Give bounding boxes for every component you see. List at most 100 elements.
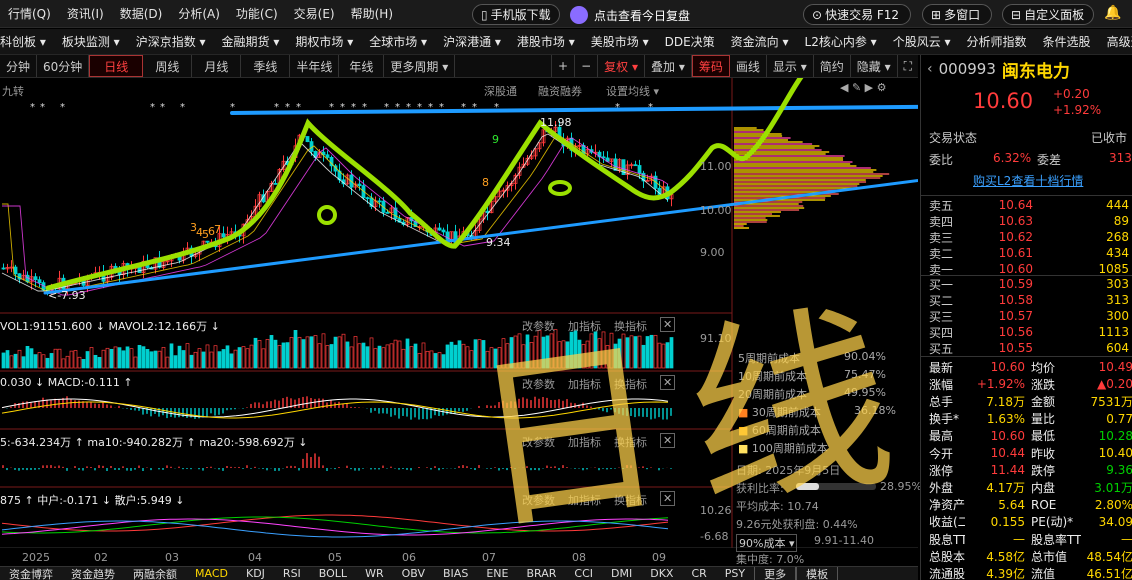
chip-row-60: ■ 60周期前成本 [738, 424, 821, 437]
nav-item-fund-flow[interactable]: 资金流向 ▾ [723, 33, 797, 50]
nav-item-screener[interactable]: 条件选股 [1035, 33, 1099, 50]
menu-item-data[interactable]: 数据(D) [112, 5, 171, 22]
tab-wr[interactable]: WR [356, 567, 393, 580]
simple-button[interactable]: 简约 [814, 55, 851, 77]
period-60min[interactable]: 60分钟 [37, 55, 90, 77]
quick-trade-button[interactable]: ⊙ 快速交易 F12 [803, 4, 911, 25]
l2-link[interactable]: 购买L2查看十档行情 [973, 172, 1083, 189]
tab-psy[interactable]: PSY [716, 567, 754, 580]
switch-indicator-button[interactable]: 换指标 [614, 318, 647, 334]
nav-item-futures[interactable]: 金融期货 ▾ [214, 33, 288, 50]
prev-stock-icon[interactable]: ‹ [921, 61, 939, 77]
cost-select[interactable]: 90%成本 ▾ [736, 534, 798, 552]
tab-cci[interactable]: CCI [565, 567, 602, 580]
close-icon[interactable]: ✕ [660, 433, 676, 448]
tab-rsi[interactable]: RSI [274, 567, 310, 580]
switch-indicator-button[interactable]: 换指标 [614, 492, 647, 508]
nav-item-l2[interactable]: L2核心内参 ▾ [797, 33, 885, 50]
tab-brar[interactable]: BRAR [517, 567, 565, 580]
link-shenzhen-connect[interactable]: 深股通 [484, 83, 517, 99]
nav-item-hk[interactable]: 港股市场 ▾ [509, 33, 583, 50]
chart-toolbar-icons[interactable]: ◀ ✎ ▶ ⚙ [840, 81, 887, 94]
menu-item-quote[interactable]: 行情(Q) [0, 5, 59, 22]
tab-fund-trend[interactable]: 资金趋势 [62, 567, 124, 580]
add-indicator-button[interactable]: 加指标 [568, 434, 601, 450]
tab-kdj[interactable]: KDJ [237, 567, 274, 580]
menu-item-news[interactable]: 资讯(I) [59, 5, 112, 22]
tab-margin-balance[interactable]: 两融余额 [124, 567, 186, 580]
period-yearly[interactable]: 年线 [339, 55, 385, 77]
nav-item-dde[interactable]: DDE决策 [657, 33, 723, 50]
custom-panel-button[interactable]: ⊟ 自定义面板 [1002, 4, 1094, 25]
period-daily[interactable]: 日线 [89, 55, 144, 77]
nav-item-analyst[interactable]: 分析师指数 [959, 33, 1035, 50]
display-button[interactable]: 显示 ▾ [767, 55, 814, 77]
menu-item-help[interactable]: 帮助(H) [343, 5, 401, 22]
switch-indicator-button[interactable]: 换指标 [614, 434, 647, 450]
link-margin[interactable]: 融资融券 [538, 83, 582, 99]
nav-item-sector-monitor[interactable]: 板块监测 ▾ [54, 33, 128, 50]
menu-item-trade[interactable]: 交易(E) [286, 5, 343, 22]
link-ma-settings[interactable]: 设置均线 ▾ [606, 83, 659, 99]
draw-line-button[interactable]: 画线 [730, 55, 767, 77]
volume-bar [293, 330, 298, 369]
tab-dmi[interactable]: DMI [602, 567, 641, 580]
tab-dkx[interactable]: DKX [641, 567, 682, 580]
add-indicator-button[interactable]: 加指标 [568, 492, 601, 508]
hide-button[interactable]: 隐藏 ▾ [851, 55, 898, 77]
close-icon[interactable]: ✕ [660, 491, 676, 506]
nav-item-connect[interactable]: 沪深港通 ▾ [435, 33, 509, 50]
close-icon[interactable]: ✕ [660, 317, 676, 332]
zoom-out-button[interactable]: − [575, 55, 599, 77]
period-monthly[interactable]: 月线 [192, 55, 242, 77]
edit-params-button[interactable]: 改参数 [522, 376, 555, 392]
tab-more[interactable]: 更多 [754, 567, 797, 580]
add-indicator-button[interactable]: 加指标 [568, 376, 601, 392]
period-weekly[interactable]: 周线 [143, 55, 193, 77]
nav-item-index[interactable]: 沪深京指数 ▾ [128, 33, 214, 50]
stat-value: 10.28 [1098, 428, 1132, 443]
close-icon[interactable]: ✕ [660, 375, 676, 390]
zoom-in-button[interactable]: + [551, 55, 576, 77]
bell-icon[interactable]: 🔔 [1104, 5, 1126, 25]
edit-params-button[interactable]: 改参数 [522, 492, 555, 508]
tab-cr[interactable]: CR [682, 567, 715, 580]
edit-params-button[interactable]: 改参数 [522, 434, 555, 450]
period-quarterly[interactable]: 季线 [241, 55, 291, 77]
chart-area[interactable]: ************************* 九转 深股通 融资融券 设置… [0, 78, 922, 566]
add-indicator-button[interactable]: 加指标 [568, 318, 601, 334]
period-more[interactable]: 更多周期 ▾ [384, 55, 456, 77]
window-icon: ⊞ [931, 7, 942, 22]
nav-item-options[interactable]: 期权市场 ▾ [287, 33, 361, 50]
volume-bar [633, 336, 638, 369]
nav-item-star-market[interactable]: 科创板 ▾ [0, 33, 54, 50]
tab-fund-game[interactable]: 资金博弈 [0, 567, 62, 580]
tab-boll[interactable]: BOLL [310, 567, 356, 580]
menu-item-analysis[interactable]: 分析(A) [170, 5, 228, 22]
nav-item-advanced-screener[interactable]: 高级选股 [1099, 33, 1132, 50]
period-halfyear[interactable]: 半年线 [290, 55, 340, 77]
multi-window-button[interactable]: ⊞ 多窗口 [922, 4, 992, 25]
edit-params-button[interactable]: 改参数 [522, 318, 555, 334]
tab-template[interactable]: 模板 [796, 567, 839, 580]
volume-bar [9, 355, 14, 369]
overlay-button[interactable]: 叠加 ▾ [645, 55, 692, 77]
tab-macd[interactable]: MACD [186, 567, 237, 580]
nav-item-global[interactable]: 全球市场 ▾ [361, 33, 435, 50]
mobile-download-button[interactable]: ▯ 手机版下载 [472, 4, 560, 25]
menu-item-function[interactable]: 功能(C) [228, 5, 286, 22]
chip-button[interactable]: 筹码 [691, 55, 730, 77]
volume-bar [649, 334, 654, 369]
buy-order-book: 买一 10.59 303 买二 10.58 313 买三 10.57 300 买四 10.56… [921, 275, 1132, 357]
tab-ene[interactable]: ENE [477, 567, 517, 580]
period-minute[interactable]: 分钟 [0, 55, 38, 77]
tab-bias[interactable]: BIAS [434, 567, 477, 580]
fullscreen-icon[interactable]: ⛶ [898, 55, 918, 77]
adjust-button[interactable]: 复权 ▾ [598, 55, 646, 77]
daily-review-link[interactable]: 点击查看今日复盘 [570, 5, 690, 25]
switch-indicator-button[interactable]: 换指标 [614, 376, 647, 392]
volume-bar [569, 331, 574, 369]
tab-obv[interactable]: OBV [393, 567, 434, 580]
nav-item-stock-news[interactable]: 个股风云 ▾ [885, 33, 959, 50]
nav-item-us[interactable]: 美股市场 ▾ [583, 33, 657, 50]
